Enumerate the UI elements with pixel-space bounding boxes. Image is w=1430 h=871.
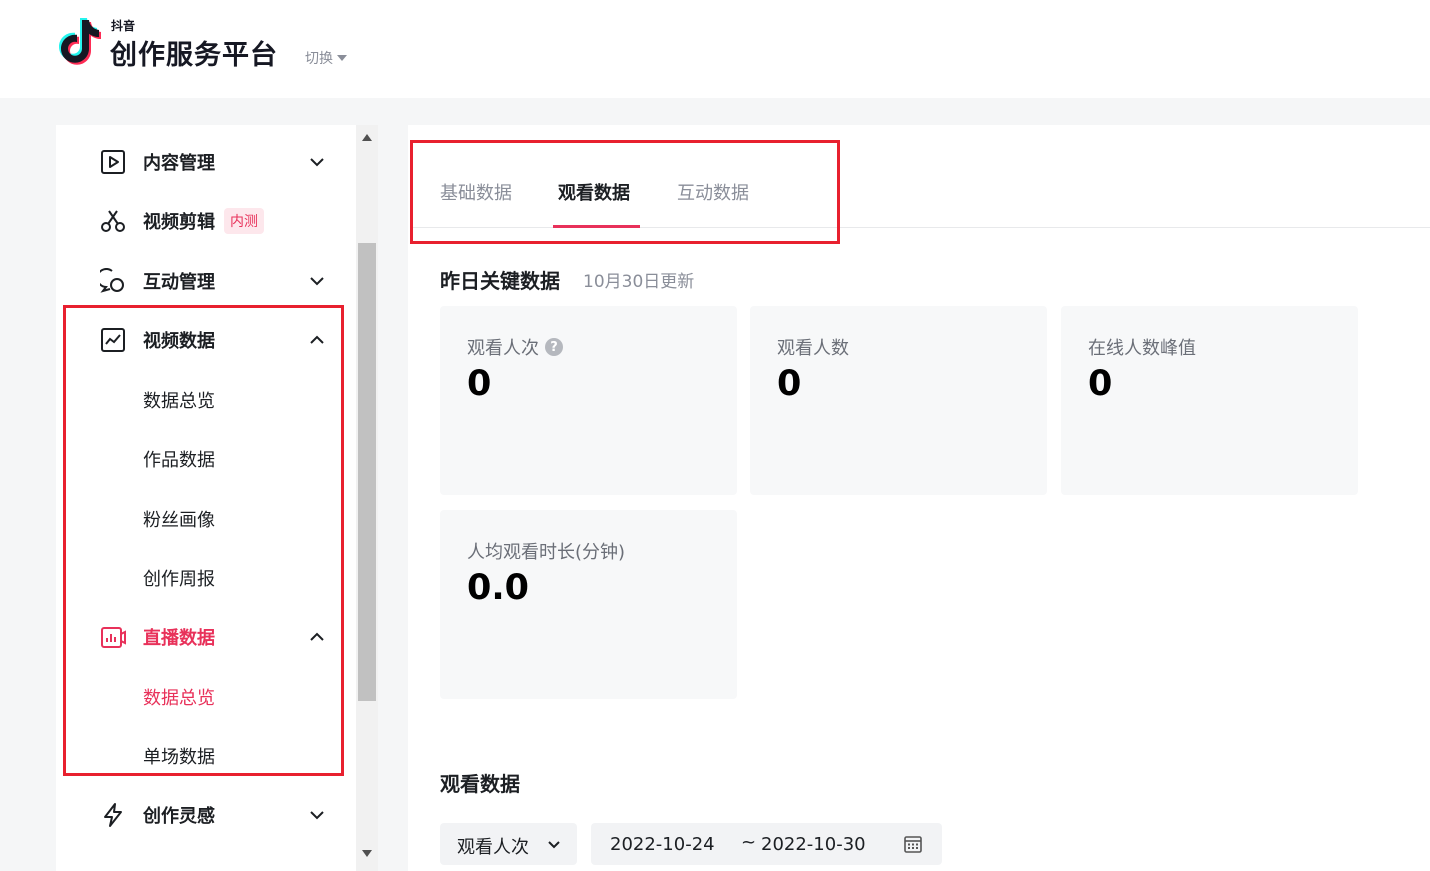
stat-value: 0 <box>1088 364 1113 404</box>
date-range-picker[interactable]: 2022-10-24 ~ 2022-10-30 <box>591 823 942 865</box>
sidebar-subitem-fans-profile[interactable]: 粉丝画像 <box>143 506 215 532</box>
live-chart-icon <box>101 627 126 648</box>
stat-card-watch-count: 观看人次 ? 0 <box>440 306 737 495</box>
sidebar-item-label: 创作灵感 <box>143 806 215 827</box>
stat-value: 0.0 <box>467 568 530 608</box>
trend-chart-icon <box>101 328 125 352</box>
tab-watch-data[interactable]: 观看数据 <box>558 179 630 205</box>
sidebar-nav: 内容管理 视频剪辑 内测 互动管理 视频数据 数据总览 作品数据 粉丝画像 创作… <box>56 125 356 871</box>
sidebar-item-label: 内容管理 <box>143 153 215 174</box>
stat-value: 0 <box>777 364 802 404</box>
date-end: 2022-10-30 <box>761 834 866 855</box>
sidebar-item-label: 视频数据 <box>143 331 215 352</box>
chevron-down-icon <box>548 841 560 849</box>
switch-dropdown[interactable]: 切换 <box>305 48 347 68</box>
sidebar-subitem-weekly-report[interactable]: 创作周报 <box>143 565 215 591</box>
sidebar-item-inspiration[interactable]: 创作灵感 <box>56 787 356 843</box>
chevron-down-icon <box>310 811 324 820</box>
chevron-down-icon <box>310 158 324 167</box>
caret-down-icon <box>337 55 347 61</box>
main-content <box>408 125 1430 871</box>
stat-label: 观看人数 <box>777 338 849 359</box>
date-separator: ~ <box>741 832 757 853</box>
sidebar-item-content-manage[interactable]: 内容管理 <box>56 134 356 190</box>
sidebar-subitem-data-overview[interactable]: 数据总览 <box>143 387 215 413</box>
metric-select-value: 观看人次 <box>457 837 529 858</box>
active-tab-indicator <box>553 225 640 228</box>
stat-label: 在线人数峰值 <box>1088 338 1196 359</box>
sidebar-subitem-works-data[interactable]: 作品数据 <box>143 446 215 472</box>
lightning-icon <box>104 803 122 827</box>
metric-select[interactable]: 观看人次 <box>440 823 577 865</box>
sidebar-item-video-data[interactable]: 视频数据 <box>56 312 356 368</box>
chevron-up-icon <box>310 335 324 344</box>
scroll-up-arrow-icon[interactable] <box>362 134 372 141</box>
stat-card-avg-watch-time: 人均观看时长(分钟) 0.0 <box>440 510 737 699</box>
sidebar-item-label: 直播数据 <box>143 628 215 649</box>
stat-label: 观看人次 <box>467 338 539 359</box>
help-icon[interactable]: ? <box>545 338 563 356</box>
chat-bubble-icon <box>100 268 124 293</box>
sidebar-item-label: 互动管理 <box>143 272 215 293</box>
stat-label: 人均观看时长(分钟) <box>467 542 626 563</box>
scissors-icon <box>101 210 125 232</box>
sidebar-item-interaction-manage[interactable]: 互动管理 <box>56 253 356 309</box>
switch-label: 切换 <box>305 51 333 67</box>
sidebar-item-label: 视频剪辑 <box>143 212 215 233</box>
watch-data-title: 观看数据 <box>440 772 520 796</box>
beta-badge: 内测 <box>224 208 264 234</box>
stat-label-wrap: 观看人次 ? <box>467 334 563 360</box>
key-data-updated: 10月30日更新 <box>583 272 695 292</box>
top-header: 抖音 创作服务平台 切换 <box>0 0 1430 98</box>
sidebar-item-live-data[interactable]: 直播数据 <box>56 609 356 665</box>
tab-interaction-data[interactable]: 互动数据 <box>677 179 749 205</box>
scrollbar-thumb[interactable] <box>358 243 376 701</box>
platform-title: 创作服务平台 <box>110 40 278 71</box>
scroll-down-arrow-icon[interactable] <box>362 850 372 857</box>
chevron-up-icon <box>310 632 324 641</box>
play-square-icon <box>101 150 125 174</box>
sidebar-subitem-single-session[interactable]: 单场数据 <box>143 743 215 769</box>
chevron-down-icon <box>310 277 324 286</box>
calendar-icon <box>904 836 922 853</box>
logo-small-text: 抖音 <box>111 19 136 33</box>
stat-card-viewers: 观看人数 0 <box>750 306 1047 495</box>
stat-card-peak-online: 在线人数峰值 0 <box>1061 306 1358 495</box>
key-data-title: 昨日关键数据 <box>440 269 560 293</box>
sidebar-subitem-live-overview[interactable]: 数据总览 <box>143 684 215 710</box>
stat-value: 0 <box>467 364 492 404</box>
douyin-logo-icon[interactable] <box>54 16 102 68</box>
date-start: 2022-10-24 <box>610 834 715 855</box>
tab-basic-data[interactable]: 基础数据 <box>440 179 512 205</box>
sidebar-item-video-edit[interactable]: 视频剪辑 内测 <box>56 193 356 249</box>
